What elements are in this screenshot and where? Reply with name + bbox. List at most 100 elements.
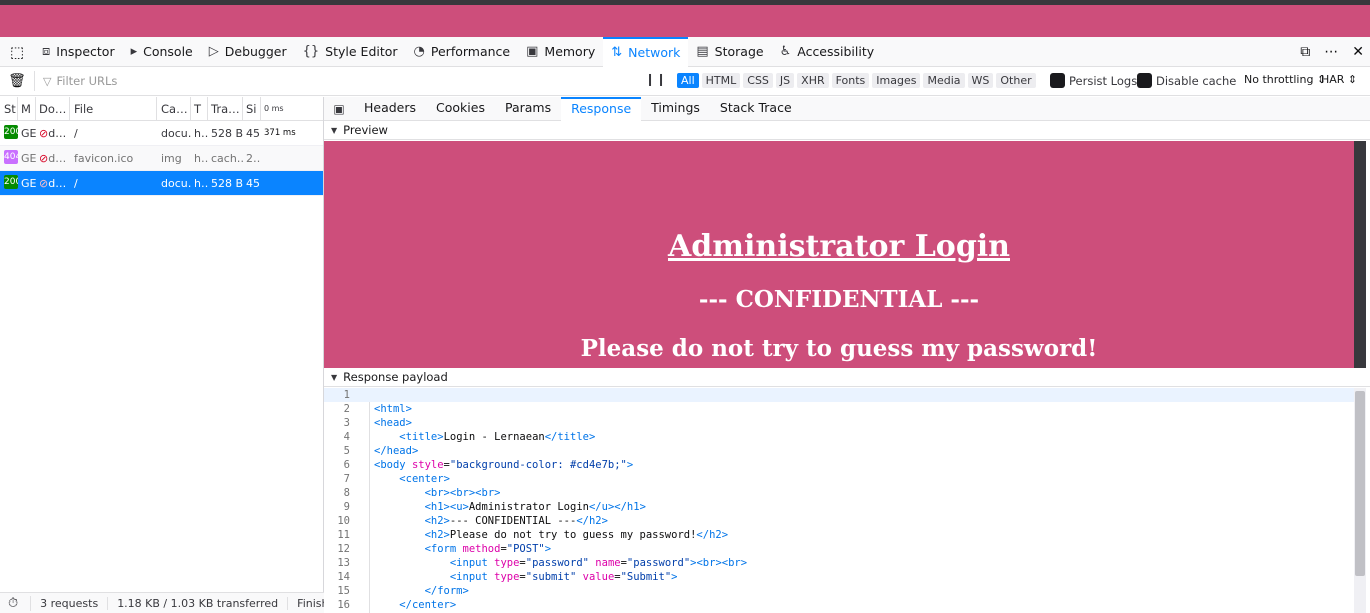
- scrollbar-thumb[interactable]: [1355, 391, 1365, 576]
- column-type[interactable]: T: [191, 96, 208, 121]
- preview-subheading: Please do not try to guess my password!: [580, 335, 1098, 362]
- throttling-select[interactable]: No throttling ⇕: [1244, 73, 1326, 86]
- line-number: 13: [337, 557, 350, 569]
- more-options-icon[interactable]: ⋯: [1324, 44, 1338, 60]
- line-number: 14: [337, 571, 350, 583]
- code-lines: 1 2 <html> 3 <head> 4 <title>Login - Lernaean…: [324, 388, 1354, 612]
- size-cell: 45: [246, 126, 260, 140]
- tab-params[interactable]: Params: [495, 97, 561, 121]
- filter-xhr-button[interactable]: XHR: [797, 73, 829, 88]
- dock-icon[interactable]: ⧉: [1300, 44, 1310, 60]
- size-cell: 45: [246, 176, 260, 190]
- line-number: 2: [343, 403, 350, 415]
- pause-icon[interactable]: ❙❙: [645, 72, 667, 86]
- har-menu[interactable]: HAR ⇕: [1321, 73, 1357, 86]
- filter-images-button[interactable]: Images: [872, 73, 921, 88]
- filter-js-button[interactable]: JS: [775, 73, 795, 88]
- preview-section-header[interactable]: ▼ Preview: [324, 121, 1370, 140]
- line-number: 7: [343, 473, 350, 485]
- request-details-panel: ▣ Headers Cookies Params Response Timing…: [324, 96, 1370, 613]
- domain-cell: d…: [48, 176, 67, 190]
- tab-memory[interactable]: ▣ Memory: [518, 37, 603, 67]
- details-tabs: ▣ Headers Cookies Params Response Timing…: [324, 96, 1370, 121]
- method-cell: GE: [21, 176, 36, 190]
- tab-stack-trace[interactable]: Stack Trace: [710, 97, 802, 121]
- tab-performance[interactable]: ◔ Performance: [406, 37, 519, 67]
- tab-style-editor[interactable]: {} Style Editor: [295, 37, 406, 67]
- filter-icon: ▽: [43, 74, 52, 88]
- column-cause[interactable]: Ca…: [157, 96, 191, 121]
- code-text: </form>: [424, 585, 469, 597]
- tab-response[interactable]: Response: [561, 96, 642, 121]
- tab-headers[interactable]: Headers: [354, 97, 426, 121]
- payload-scrollbar[interactable]: [1354, 388, 1366, 613]
- line-number: 6: [343, 459, 350, 471]
- table-row[interactable]: 404 GE ⊘d… favicon.ico img h… cach… 2…: [0, 146, 323, 171]
- type-cell: h…: [194, 126, 208, 140]
- column-waterfall[interactable]: 0 ms: [261, 97, 321, 121]
- response-payload-editor[interactable]: 1 2 <html> 3 <head> 4 <title>Login - Lernaean…: [324, 388, 1354, 613]
- column-file[interactable]: File: [70, 96, 157, 121]
- response-preview: Administrator Login --- CONFIDENTIAL ---…: [324, 141, 1354, 368]
- payload-section-header[interactable]: ▼ Response payload: [324, 368, 1370, 387]
- expand-triangle-icon: ▼: [331, 125, 338, 135]
- performance-icon: ◔: [413, 44, 425, 59]
- tab-accessibility[interactable]: ♿ Accessibility: [772, 37, 883, 67]
- filter-media-button[interactable]: Media: [923, 73, 965, 88]
- filter-fonts-button[interactable]: Fonts: [831, 73, 870, 88]
- filter-ws-button[interactable]: WS: [967, 73, 994, 88]
- devtools-toolbar: ⬚ ⧈ Inspector ▸ Console ▷ Debugger {} Style …: [0, 36, 1370, 67]
- column-method[interactable]: M: [18, 96, 36, 121]
- clear-requests-icon[interactable]: 🗑: [0, 73, 34, 89]
- code-text: <body style="background-color: #cd4e7b;"…: [374, 459, 634, 471]
- type-cell: h…: [194, 151, 208, 165]
- line-number: 9: [343, 501, 350, 513]
- tab-network[interactable]: ⇅ Network: [603, 36, 689, 67]
- memory-icon: ▣: [526, 44, 539, 59]
- file-cell: favicon.ico: [74, 151, 134, 165]
- filter-urls-input[interactable]: ▽ Filter URLs: [34, 71, 634, 91]
- checkbox-box: [1050, 73, 1065, 88]
- preview-scrollbar[interactable]: [1354, 141, 1366, 368]
- column-status[interactable]: St: [0, 96, 18, 121]
- line-number: 1: [343, 389, 350, 401]
- element-picker-icon[interactable]: ⬚: [0, 37, 34, 67]
- persist-logs-checkbox[interactable]: Persist Logs: [1050, 73, 1137, 88]
- line-number: 10: [337, 515, 350, 527]
- line-number: 4: [343, 431, 350, 443]
- tab-console[interactable]: ▸ Console: [123, 37, 201, 67]
- code-text: </head>: [374, 445, 419, 457]
- cause-cell: docu…: [161, 126, 191, 140]
- filter-all-button[interactable]: All: [677, 73, 699, 88]
- tab-cookies[interactable]: Cookies: [426, 97, 495, 121]
- filter-html-button[interactable]: HTML: [701, 73, 741, 88]
- method-cell: GE: [21, 126, 36, 140]
- toggle-panel-icon[interactable]: ▣: [324, 102, 354, 116]
- code-text: <br><br><br>: [424, 487, 501, 499]
- file-cell: /: [74, 126, 78, 140]
- table-row[interactable]: 200 GE ⊘d… / docu… h… 528 B 45: [0, 171, 323, 196]
- code-line: 12 <form method="POST">: [324, 542, 1354, 556]
- column-domain[interactable]: Do…: [36, 96, 70, 121]
- network-icon: ⇅: [611, 45, 623, 60]
- tab-debugger[interactable]: ▷ Debugger: [201, 37, 295, 67]
- tab-inspector[interactable]: ⧈ Inspector: [34, 37, 123, 67]
- size-cell: 2…: [246, 151, 261, 165]
- network-status-bar: ⏱ 3 requests 1.18 KB / 1.03 KB transferr…: [0, 592, 360, 613]
- transferred-cell: 528 B: [211, 126, 243, 140]
- tab-storage[interactable]: ▤ Storage: [688, 37, 771, 67]
- column-size[interactable]: Si: [243, 96, 261, 121]
- transferred-summary: 1.18 KB / 1.03 KB transferred: [108, 596, 289, 610]
- disable-cache-checkbox[interactable]: Disable cache: [1137, 73, 1236, 88]
- code-line: 10 <h2>--- CONFIDENTIAL ---</h2>: [324, 514, 1354, 528]
- close-icon[interactable]: ✕: [1352, 44, 1364, 60]
- cause-cell: img: [161, 151, 182, 165]
- filter-css-button[interactable]: CSS: [743, 73, 773, 88]
- performance-analysis-icon[interactable]: ⏱: [0, 595, 32, 611]
- page-content-area: [0, 5, 1370, 37]
- tab-timings[interactable]: Timings: [641, 97, 710, 121]
- code-text: <input type="password" name="password"><…: [449, 557, 748, 569]
- filter-other-button[interactable]: Other: [996, 73, 1036, 88]
- column-transferred[interactable]: Tra…: [208, 96, 243, 121]
- table-row[interactable]: 200 GE ⊘d… / docu… h… 528 B 45 371 ms: [0, 121, 323, 146]
